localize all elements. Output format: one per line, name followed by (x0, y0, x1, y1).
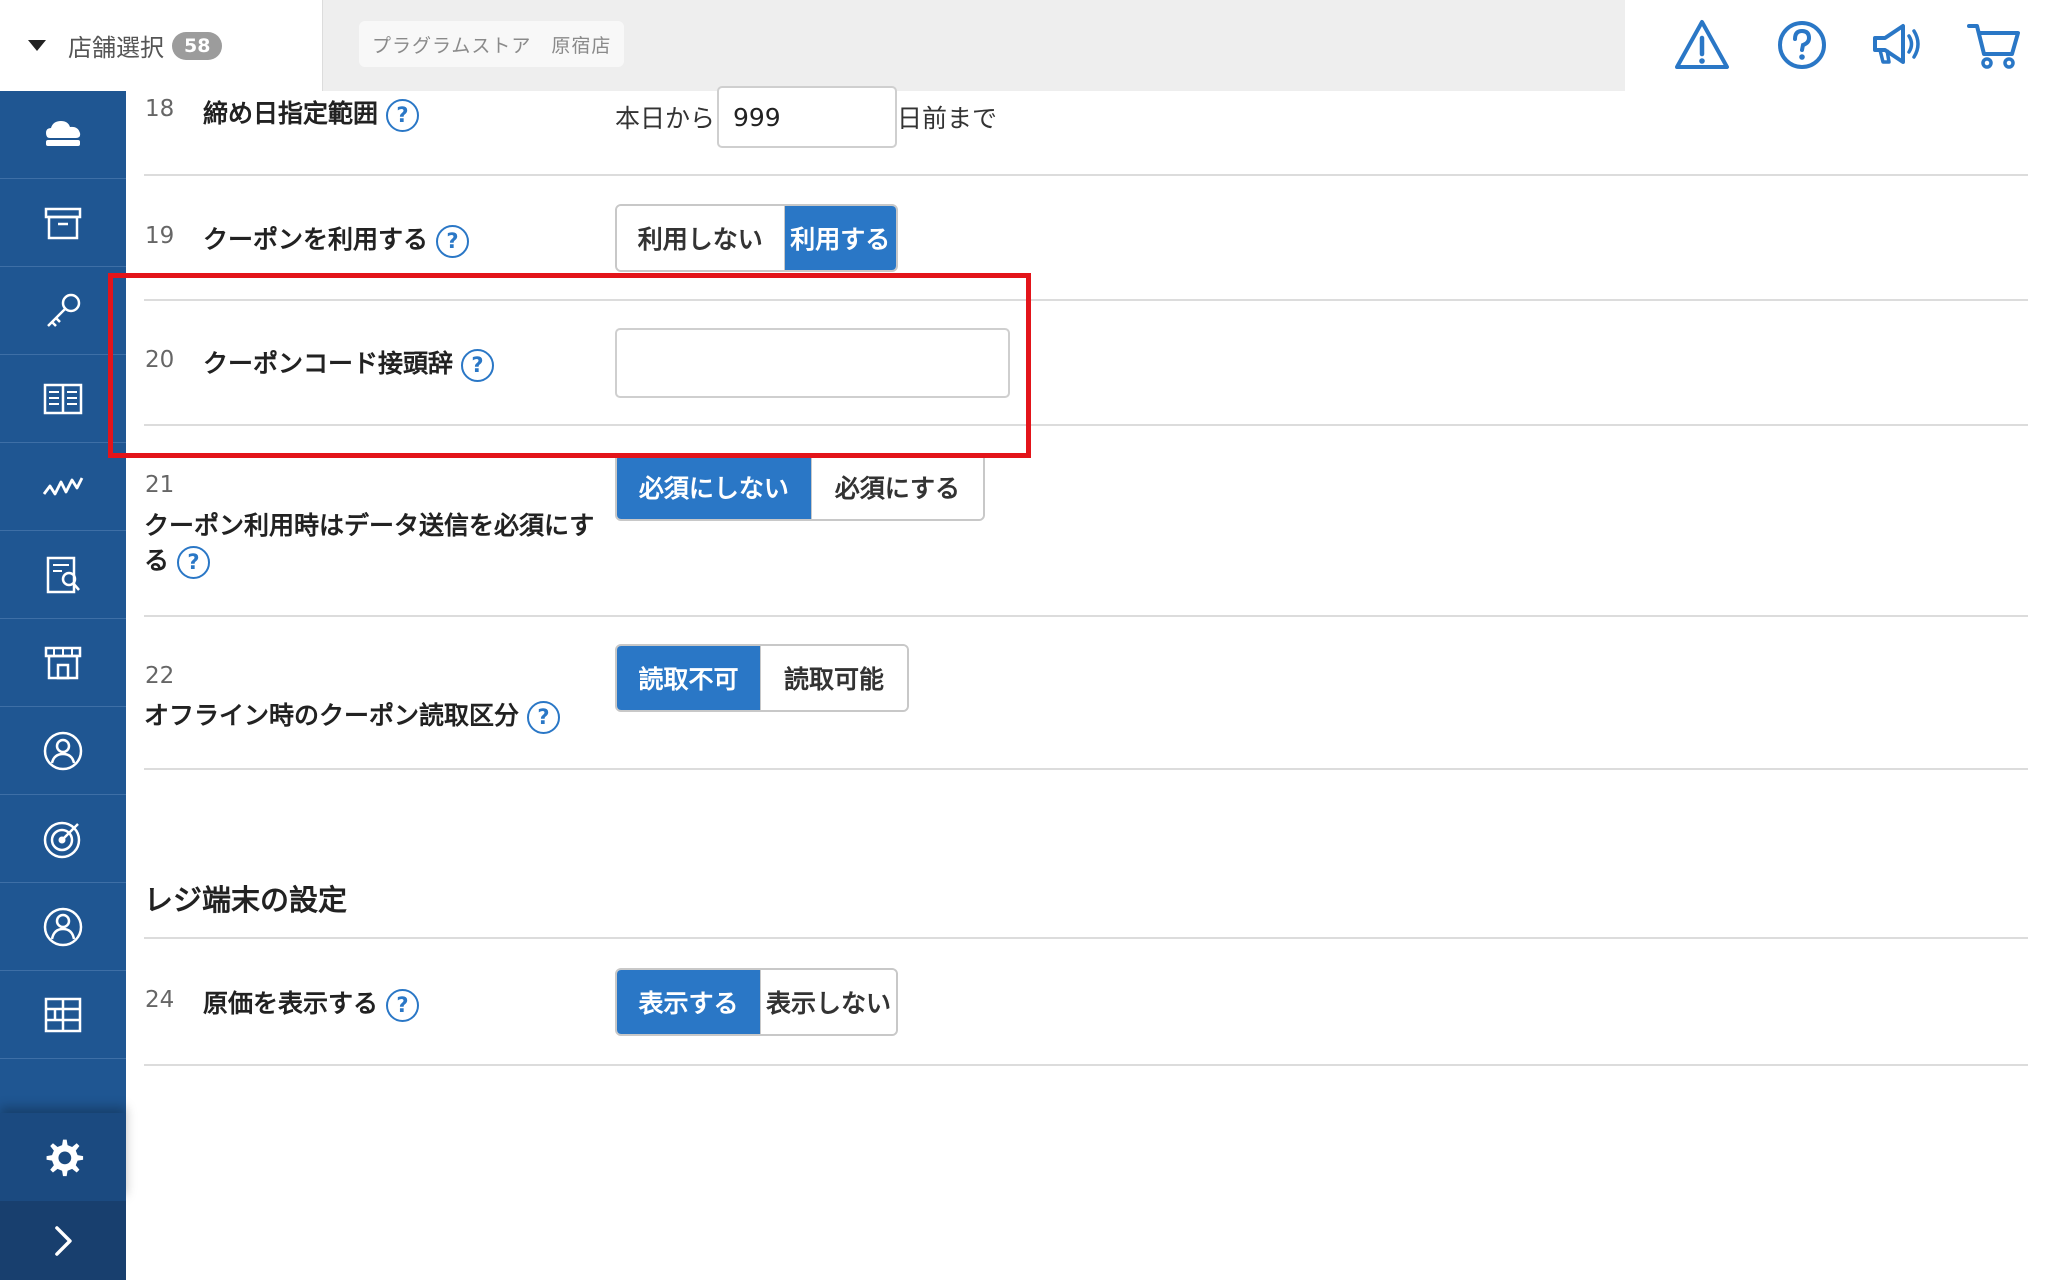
current-store-chip[interactable]: プラグラムストア 原宿店 (359, 21, 625, 67)
store-icon[interactable] (0, 619, 126, 707)
required-button[interactable]: 必須にする (810, 455, 983, 519)
cart-icon[interactable] (1965, 16, 2023, 74)
range-suffix-text: 日前まで (897, 104, 998, 133)
row-label-text: 原価を表示する (203, 989, 379, 1018)
help-icon[interactable]: ? (436, 224, 470, 258)
row-number: 19 (145, 223, 175, 249)
use-coupon-label: クーポンを利用する? (203, 220, 470, 258)
row-divider (144, 615, 2028, 617)
row-label-text: 締め日指定範囲 (203, 99, 379, 128)
help-icon[interactable]: ? (177, 545, 211, 579)
coupon-on-button[interactable]: 利用する (783, 206, 896, 270)
row-divider (144, 768, 2028, 770)
grid-icon[interactable] (0, 971, 126, 1059)
help-icon[interactable]: ? (527, 700, 561, 734)
user-icon[interactable] (0, 883, 126, 971)
customer-icon[interactable] (0, 707, 126, 795)
section-divider (144, 937, 2028, 939)
top-icon-bar (1625, 0, 2048, 91)
help-icon[interactable]: ? (386, 98, 420, 132)
row-label-text: る (144, 546, 170, 575)
row-label-text: オフライン時のクーポン読取区分 (144, 701, 520, 730)
settings-panel: 18 締め日指定範囲? 本日から 999 日前まで 19 クーポンを利用する? … (108, 86, 2048, 1280)
current-store-area: プラグラムストア 原宿店 (323, 0, 1625, 91)
store-count-badge: 58 (172, 31, 223, 60)
row-label-text: クーポンを利用する (203, 225, 429, 254)
offline-coupon-read-toggle: 読取不可 読取可能 (615, 644, 909, 712)
help-icon[interactable] (1773, 16, 1831, 74)
show-cost-on-button[interactable]: 表示する (617, 970, 760, 1034)
row-number: 22 (145, 663, 175, 689)
closing-date-range-label: 締め日指定範囲? (203, 94, 420, 132)
report-icon[interactable] (0, 531, 126, 619)
closing-days-input[interactable]: 999 (717, 86, 897, 148)
chevron-right-icon (55, 1225, 72, 1256)
store-select-dropdown[interactable]: 店舗選択 58 (0, 0, 323, 91)
require-data-send-label-line2: る? (144, 541, 211, 579)
require-data-send-label-line1: クーポン利用時はデータ送信を必須にす (144, 511, 595, 540)
coupon-off-button[interactable]: 利用しない (617, 206, 784, 270)
row-divider (144, 1064, 2028, 1066)
target-icon[interactable] (0, 795, 126, 883)
read-enabled-button[interactable]: 読取可能 (760, 646, 907, 710)
not-required-button[interactable]: 必須にしない (617, 455, 811, 519)
show-cost-label: 原価を表示する? (203, 984, 420, 1022)
archive-box-icon[interactable] (0, 179, 126, 267)
store-select-label: 店舗選択 (68, 34, 164, 62)
row-number: 24 (145, 987, 175, 1013)
help-icon[interactable]: ? (386, 988, 420, 1022)
gear-icon (46, 1139, 84, 1177)
show-cost-off-button[interactable]: 表示しない (759, 970, 896, 1034)
top-bar: 店舗選択 58 プラグラムストア 原宿店 (0, 0, 2048, 91)
use-coupon-toggle: 利用しない 利用する (615, 204, 898, 272)
sidebar (0, 91, 126, 1280)
warning-icon[interactable] (1673, 16, 1731, 74)
caret-down-icon (28, 40, 46, 51)
range-prefix-text: 本日から (615, 104, 716, 133)
row-divider (144, 174, 2028, 176)
announcement-icon[interactable] (1867, 16, 1925, 74)
cloud-register-icon[interactable] (0, 91, 126, 179)
require-data-send-toggle: 必須にしない 必須にする (615, 453, 985, 521)
highlight-box (108, 273, 1031, 458)
row-number: 21 (145, 472, 175, 498)
settings-nav-item[interactable] (0, 1113, 126, 1201)
register-settings-heading: レジ端末の設定 (144, 883, 348, 917)
sidebar-expand-button[interactable] (0, 1201, 126, 1280)
row-number: 18 (145, 96, 175, 122)
show-cost-toggle: 表示する 表示しない (615, 968, 898, 1036)
read-disabled-button[interactable]: 読取不可 (617, 646, 761, 710)
offline-coupon-read-label: オフライン時のクーポン読取区分? (144, 696, 561, 734)
